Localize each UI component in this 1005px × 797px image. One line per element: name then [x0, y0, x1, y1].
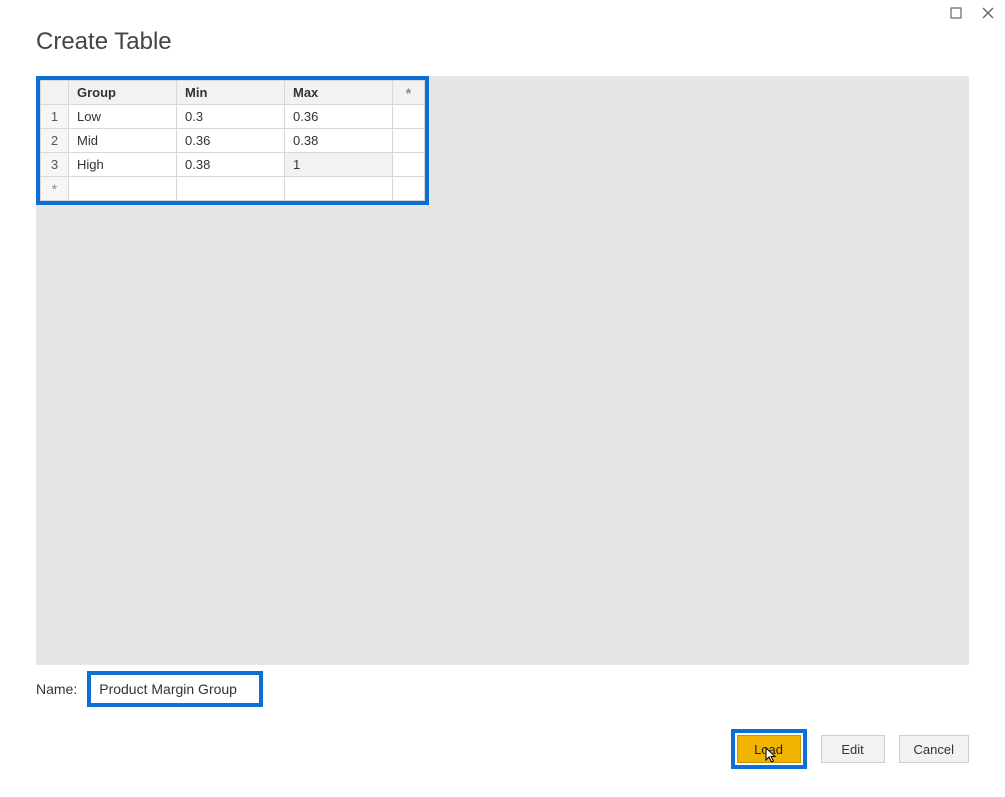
cell-group[interactable]: Mid [69, 129, 177, 153]
column-header-group[interactable]: Group [69, 81, 177, 105]
row-number: 1 [41, 105, 69, 129]
load-highlight-box: Load [731, 729, 807, 769]
cell-group[interactable]: Low [69, 105, 177, 129]
cell-extra[interactable] [393, 177, 425, 201]
cell-max[interactable]: 0.38 [285, 129, 393, 153]
column-header-add[interactable]: * [393, 81, 425, 105]
cell-max[interactable]: 1 [285, 153, 393, 177]
cell-extra[interactable] [393, 153, 425, 177]
row-number-header [41, 81, 69, 105]
header-row: Group Min Max * [41, 81, 425, 105]
table-highlight-box: Group Min Max * 1 Low 0.3 0.36 2 Mid 0.3… [36, 76, 429, 205]
new-row-glyph: * [41, 177, 69, 201]
cell-min[interactable]: 0.38 [177, 153, 285, 177]
cell-min[interactable]: 0.36 [177, 129, 285, 153]
column-header-min[interactable]: Min [177, 81, 285, 105]
cell-min[interactable] [177, 177, 285, 201]
cell-extra[interactable] [393, 105, 425, 129]
table-row[interactable]: 1 Low 0.3 0.36 [41, 105, 425, 129]
column-header-max[interactable]: Max [285, 81, 393, 105]
name-input[interactable] [93, 677, 257, 701]
load-button[interactable]: Load [737, 735, 801, 763]
cancel-button[interactable]: Cancel [899, 735, 969, 763]
close-icon[interactable] [981, 6, 995, 20]
cell-extra[interactable] [393, 129, 425, 153]
cell-max[interactable]: 0.36 [285, 105, 393, 129]
cell-min[interactable]: 0.3 [177, 105, 285, 129]
cell-max[interactable] [285, 177, 393, 201]
table-row[interactable]: 2 Mid 0.36 0.38 [41, 129, 425, 153]
load-button-label: Load [754, 742, 783, 757]
row-number: 2 [41, 129, 69, 153]
edit-button[interactable]: Edit [821, 735, 885, 763]
cell-group[interactable] [69, 177, 177, 201]
maximize-icon[interactable] [949, 6, 963, 20]
name-highlight-box [87, 671, 263, 707]
table-row[interactable]: 3 High 0.38 1 [41, 153, 425, 177]
name-label: Name: [36, 681, 77, 697]
row-number: 3 [41, 153, 69, 177]
page-title: Create Table [36, 28, 172, 56]
cell-group[interactable]: High [69, 153, 177, 177]
data-grid[interactable]: Group Min Max * 1 Low 0.3 0.36 2 Mid 0.3… [40, 80, 425, 201]
new-row[interactable]: * [41, 177, 425, 201]
